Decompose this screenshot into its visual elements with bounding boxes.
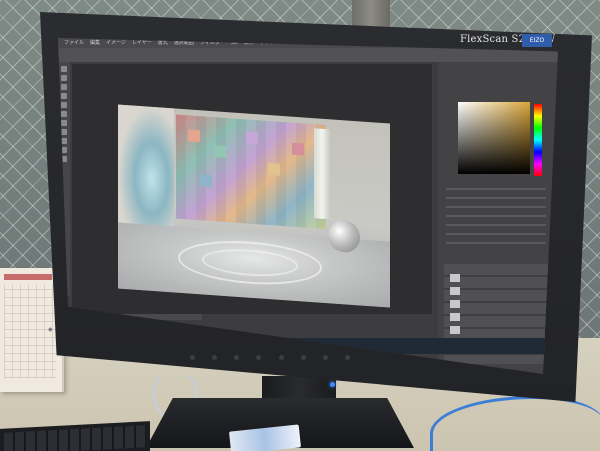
monitor-brand-logo: EIZO [522, 34, 552, 47]
power-indicator-icon[interactable] [330, 382, 335, 387]
eraser-tool-icon[interactable] [61, 111, 67, 117]
color-picker-field[interactable] [458, 102, 530, 174]
calendar-header [4, 274, 52, 280]
pen-tool-icon[interactable] [61, 129, 67, 135]
layer-thumbnail[interactable] [450, 326, 460, 334]
menu-item[interactable]: 編集 [90, 38, 100, 48]
layer-thumbnail[interactable] [450, 313, 460, 321]
monitor-button[interactable] [212, 355, 218, 360]
monitor-button[interactable] [256, 355, 262, 360]
move-tool-icon[interactable] [61, 66, 67, 72]
monitor-corner-mark: ◆ [48, 326, 53, 333]
layer-thumbnail[interactable] [450, 274, 460, 282]
layer-thumbnail[interactable] [450, 300, 460, 308]
artwork-portal [118, 104, 174, 229]
artwork-block [268, 162, 280, 176]
keyboard-keys [4, 425, 146, 451]
photo-scene: ファイル編集イメージレイヤー書式選択範囲フィルター3D表示ウィンドウヘルプ [0, 0, 600, 451]
monitor-button[interactable] [278, 355, 284, 360]
lasso-tool-icon[interactable] [61, 84, 67, 90]
monitor-button[interactable] [344, 355, 350, 360]
gradient-tool-icon[interactable] [61, 120, 67, 126]
monitor-button[interactable] [234, 355, 240, 360]
artwork-block [246, 131, 258, 145]
artwork-block [214, 145, 226, 159]
brush-tool-icon[interactable] [61, 102, 67, 108]
options-bar [58, 48, 558, 62]
monitor-buttons [190, 355, 350, 361]
artwork-block [188, 129, 200, 143]
layer-thumbnail[interactable] [450, 287, 460, 295]
artwork-column [314, 128, 330, 220]
monitor-button[interactable] [300, 355, 306, 360]
marquee-tool-icon[interactable] [61, 75, 67, 81]
monitor-button[interactable] [322, 355, 328, 360]
artwork-block [200, 174, 212, 188]
artwork-image [118, 104, 390, 308]
monitor-button[interactable] [190, 355, 195, 360]
properties-panel [446, 188, 546, 248]
hue-slider[interactable] [534, 104, 542, 176]
document-canvas[interactable] [72, 64, 432, 314]
menu-item[interactable]: ファイル [64, 38, 84, 48]
artwork-block [292, 142, 304, 156]
crop-tool-icon[interactable] [61, 93, 67, 99]
